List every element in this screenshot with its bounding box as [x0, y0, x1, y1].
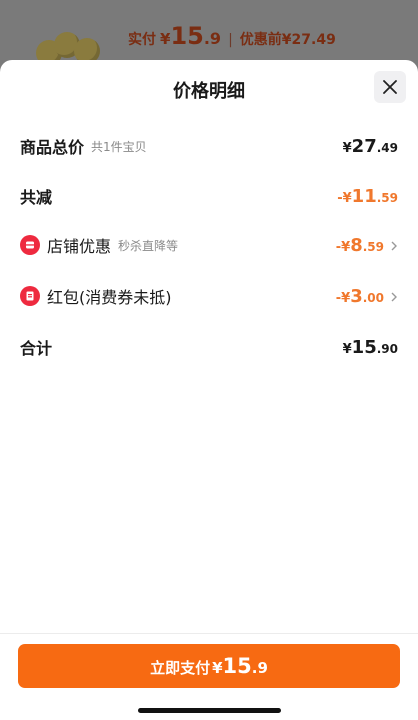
price-divider: |: [228, 32, 233, 48]
goods-total-int: 27: [351, 135, 377, 157]
red-packet-dec: .00: [362, 290, 384, 305]
goods-count: 共1件宝贝: [91, 139, 147, 154]
sheet-title: 价格明细: [173, 81, 245, 102]
red-packet-label: 红包(消费券未抵): [47, 288, 172, 307]
chevron-right-icon: [391, 292, 397, 301]
shop-coupon-icon: [20, 235, 40, 255]
total-discount-prefix: -¥: [337, 190, 352, 206]
pay-now-int: 15: [222, 654, 252, 678]
shop-discount-prefix: -¥: [335, 239, 351, 255]
red-packet-row[interactable]: 红包(消费券未抵) -¥ 3 .00: [20, 281, 398, 311]
shop-discount-dec: .59: [362, 239, 384, 254]
sum-dec: .90: [376, 341, 398, 356]
original-price: 优惠前¥27.49: [239, 32, 336, 48]
sum-prefix: ¥: [342, 341, 352, 357]
red-packet-prefix: -¥: [335, 290, 351, 306]
goods-total-prefix: ¥: [342, 140, 352, 156]
red-packet-icon: [20, 286, 40, 306]
pay-now-label: 立即支付: [150, 659, 211, 677]
total-discount-row: 共减 -¥ 11 .59: [20, 181, 398, 211]
close-button[interactable]: [374, 71, 406, 103]
paid-amount-int: 15: [170, 22, 204, 50]
red-packet-amount: -¥ 3 .00: [336, 286, 398, 307]
background-price-line: 实付 ¥ 15 .9 | 优惠前¥27.49: [128, 22, 336, 52]
total-discount-int: 11: [351, 185, 377, 207]
goods-total-dec: .49: [376, 140, 398, 155]
sum-label: 合计: [20, 339, 53, 358]
close-icon: [383, 80, 397, 94]
paid-amount-dec: .9: [203, 29, 222, 48]
paid-currency: ¥: [160, 30, 171, 48]
shop-discount-int: 8: [350, 234, 363, 256]
sum-int: 15: [351, 336, 377, 358]
sum-amount: ¥ 15 .90: [343, 337, 398, 358]
sum-row: 合计 ¥ 15 .90: [20, 332, 398, 362]
chevron-right-icon: [391, 241, 397, 250]
red-packet-int: 3: [350, 285, 363, 307]
goods-total-row: 商品总价 共1件宝贝 ¥ 27 .49: [20, 131, 398, 161]
total-discount-amount: -¥ 11 .59: [337, 186, 398, 207]
pay-now-button[interactable]: 立即支付 ¥ 15 .9: [18, 644, 400, 688]
goods-total-amount: ¥ 27 .49: [343, 136, 398, 157]
shop-discount-row[interactable]: 店铺优惠 秒杀直降等 -¥ 8 .59: [20, 230, 398, 260]
pay-area: 立即支付 ¥ 15 .9: [0, 633, 418, 720]
pay-now-dec: .9: [251, 659, 268, 677]
paid-label: 实付: [128, 32, 156, 48]
shop-discount-label: 店铺优惠: [47, 237, 112, 256]
shop-discount-amount: -¥ 8 .59: [336, 235, 398, 256]
total-discount-dec: .59: [376, 190, 398, 205]
total-discount-label: 共减: [20, 188, 53, 207]
pay-now-prefix: ¥: [212, 659, 223, 677]
price-detail-sheet: 价格明细 商品总价 共1件宝贝 ¥ 27 .49 共减 -¥ 11 .59 店铺…: [0, 60, 418, 720]
shop-discount-sub: 秒杀直降等: [118, 238, 179, 253]
goods-total-label: 商品总价: [20, 138, 85, 157]
home-indicator: [138, 708, 281, 713]
